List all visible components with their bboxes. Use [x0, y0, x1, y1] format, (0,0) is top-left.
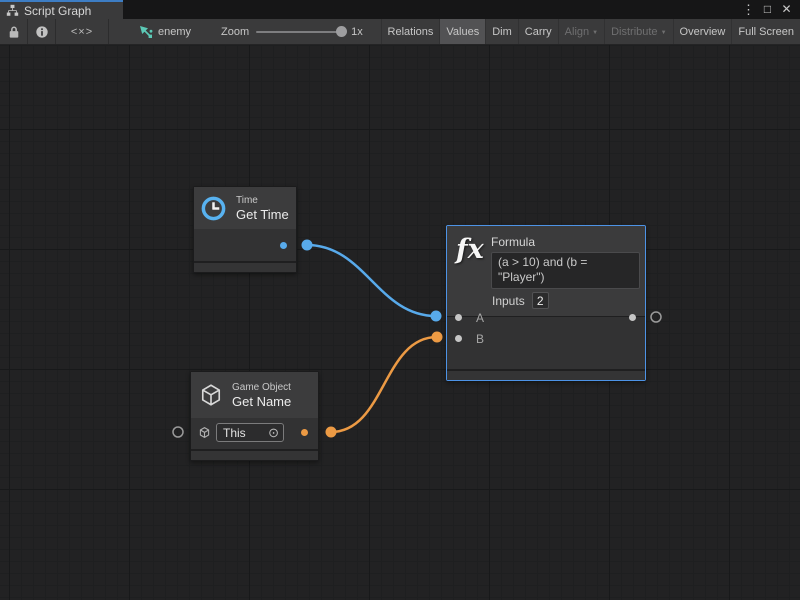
- fx-icon: fx: [456, 234, 484, 265]
- wire-endpoint-formula-a[interactable]: [431, 311, 442, 322]
- more-menu-icon[interactable]: ⋮: [740, 1, 757, 18]
- zoom-label: Zoom: [221, 26, 249, 38]
- connections-layer: [0, 45, 800, 600]
- script-graph-icon: [6, 4, 19, 17]
- formula-port-a-label: A: [476, 311, 484, 325]
- node-formula[interactable]: fx Formula (a > 10) and (b = "Player") I…: [446, 225, 646, 381]
- code-icon: <×>: [71, 26, 93, 38]
- formula-port-a[interactable]: [455, 314, 462, 321]
- inputs-count-field[interactable]: 2: [532, 292, 549, 309]
- info-icon: [35, 25, 49, 39]
- node-get-name[interactable]: Game Object Get Name This ⊙: [190, 371, 319, 461]
- wire-endpoint-gettime-output[interactable]: [302, 240, 313, 251]
- zoom-slider[interactable]: [256, 31, 344, 33]
- node-title: Formula: [491, 235, 535, 249]
- get-name-header: Game Object Get Name: [191, 372, 318, 418]
- graph-name: enemy: [158, 26, 191, 38]
- wire-endpoint-formula-b[interactable]: [432, 332, 443, 343]
- graph-breadcrumb[interactable]: enemy: [139, 19, 191, 44]
- zoom-control: Zoom 1x: [221, 19, 363, 44]
- getname-target-external-port[interactable]: [173, 427, 183, 437]
- maximize-icon[interactable]: □: [759, 1, 776, 18]
- object-picker-icon[interactable]: ⊙: [268, 426, 279, 439]
- toolbar-buttons: Relations Values Dim Carry Align ▼ Distr…: [381, 19, 800, 44]
- window-controls: ⋮ □ ✕: [740, 0, 800, 19]
- lock-button[interactable]: [0, 19, 27, 44]
- dim-button[interactable]: Dim: [485, 19, 518, 44]
- relations-label: Relations: [388, 26, 434, 38]
- wire-getname-to-formula-b[interactable]: [331, 337, 437, 432]
- tab-title: Script Graph: [24, 4, 91, 18]
- wire-endpoint-getname-output[interactable]: [326, 427, 337, 438]
- node-category: Game Object: [232, 382, 291, 393]
- game-object-small-cube-icon: [198, 426, 211, 439]
- fullscreen-label: Full Screen: [738, 26, 794, 38]
- formula-footer: [447, 369, 645, 380]
- distribute-button[interactable]: Distribute ▼: [604, 19, 672, 44]
- values-button[interactable]: Values: [439, 19, 485, 44]
- get-time-labels: Time Get Time: [236, 195, 289, 222]
- overview-button[interactable]: Overview: [673, 19, 732, 44]
- get-time-output-port[interactable]: [280, 242, 287, 249]
- formula-port-b[interactable]: [455, 335, 462, 342]
- dim-label: Dim: [492, 26, 512, 38]
- distribute-label: Distribute: [611, 26, 657, 38]
- get-name-footer: [191, 449, 318, 460]
- clock-icon: [200, 195, 227, 222]
- zoom-slider-handle[interactable]: [336, 26, 347, 37]
- script-graph-window: Script Graph ⋮ □ ✕ <×>: [0, 0, 800, 600]
- toolbar: <×> enemy Zoom 1x Relations Values: [0, 19, 800, 45]
- tab-script-graph[interactable]: Script Graph: [0, 0, 123, 19]
- info-button[interactable]: [28, 19, 55, 44]
- overview-label: Overview: [680, 26, 726, 38]
- align-button[interactable]: Align ▼: [558, 19, 604, 44]
- target-value: This: [223, 426, 268, 440]
- formula-result-port[interactable]: [629, 314, 636, 321]
- toolbar-separator: [108, 19, 109, 44]
- formula-inputs-row: Inputs 2: [492, 292, 549, 309]
- formula-result-external-port[interactable]: [651, 312, 661, 322]
- node-title: Get Name: [232, 394, 291, 409]
- titlebar: Script Graph ⋮ □ ✕: [0, 0, 800, 19]
- align-label: Align: [565, 26, 589, 38]
- wire-gettime-to-formula-a[interactable]: [307, 245, 436, 316]
- carry-label: Carry: [525, 26, 552, 38]
- target-object-dropdown[interactable]: This ⊙: [216, 423, 284, 442]
- values-label: Values: [446, 26, 479, 38]
- fullscreen-button[interactable]: Full Screen: [731, 19, 800, 44]
- inputs-label: Inputs: [492, 294, 525, 308]
- get-name-output-port[interactable]: [301, 429, 308, 436]
- graph-canvas[interactable]: Time Get Time fx Formula (a > 10) and (b…: [0, 45, 800, 600]
- get-time-footer: [194, 261, 296, 272]
- node-title: Get Time: [236, 207, 289, 222]
- lock-icon: [8, 25, 20, 39]
- close-icon[interactable]: ✕: [778, 1, 795, 18]
- code-view-button[interactable]: <×>: [56, 19, 108, 44]
- graph-pointer-icon: [139, 25, 153, 39]
- get-name-labels: Game Object Get Name: [232, 382, 291, 409]
- carry-button[interactable]: Carry: [518, 19, 558, 44]
- formula-expression-input[interactable]: (a > 10) and (b = "Player"): [491, 252, 640, 289]
- chevron-down-icon: ▼: [661, 30, 667, 36]
- relations-button[interactable]: Relations: [381, 19, 440, 44]
- zoom-value: 1x: [351, 26, 363, 38]
- node-category: Time: [236, 195, 289, 206]
- game-object-cube-icon: [198, 382, 224, 408]
- get-time-header: Time Get Time: [194, 187, 296, 229]
- formula-port-b-label: B: [476, 332, 484, 346]
- node-get-time[interactable]: Time Get Time: [193, 186, 297, 273]
- chevron-down-icon: ▼: [592, 30, 598, 36]
